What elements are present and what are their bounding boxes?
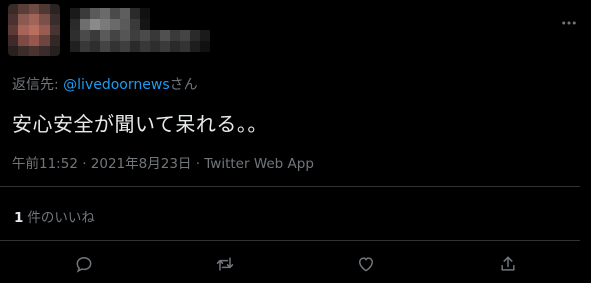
like-label: 件のいいね xyxy=(27,210,95,226)
avatar[interactable] xyxy=(8,4,60,56)
divider xyxy=(0,240,580,241)
reply-to-label: 返信先: xyxy=(12,77,64,93)
retweet-button[interactable] xyxy=(211,250,239,278)
reply-to-line: 返信先: @livedoornewsさん xyxy=(12,74,198,94)
like-button[interactable] xyxy=(352,250,380,278)
reply-mention-link[interactable]: @livedoornews xyxy=(63,77,169,93)
tweet-text: 安心安全が聞いて呆れる。。 xyxy=(12,112,268,136)
divider xyxy=(0,186,580,187)
reply-icon xyxy=(76,256,92,273)
author-name-blurred[interactable] xyxy=(70,8,210,52)
reply-to-suffix: さん xyxy=(169,77,198,93)
tweet-timestamp[interactable]: 午前11:52 · 2021年8月23日 · Twitter Web App xyxy=(12,152,314,172)
more-icon xyxy=(562,21,576,25)
heart-icon xyxy=(359,257,373,272)
retweet-icon xyxy=(216,257,234,271)
share-button[interactable] xyxy=(494,250,522,278)
like-count: 1 xyxy=(14,210,24,226)
more-options-button[interactable] xyxy=(556,10,582,36)
share-icon xyxy=(501,256,515,271)
likes-link[interactable]: 1 件のいいね xyxy=(14,206,95,226)
reply-button[interactable] xyxy=(70,250,98,278)
